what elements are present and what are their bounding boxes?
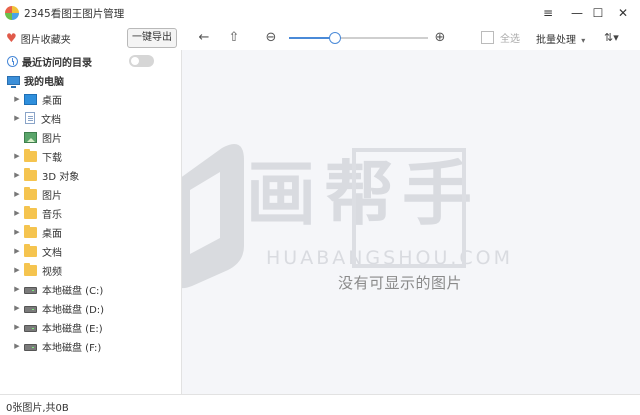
expand-arrow-icon[interactable]: ▶	[12, 95, 22, 103]
title-bar: 2345看图王图片管理 ≡ — ☐ ✕	[0, 0, 640, 26]
sidebar-item[interactable]: ▶ 本地磁盘 (E:)	[0, 318, 180, 336]
chevron-down-icon: ▾	[581, 36, 586, 45]
sidebar-item[interactable]: ▶ 文档	[0, 242, 180, 260]
sidebar-item[interactable]: ▶ 桌面	[0, 223, 180, 241]
sidebar-item-label: 桌面	[42, 95, 62, 107]
toolbar: ♥ 图片收藏夹 一键导出 ← ⇧ ⊖ ⊕ 全选 批量处理 ▾ ⇅▾	[0, 26, 640, 50]
app-logo-icon	[5, 6, 19, 20]
expand-arrow-icon[interactable]: ▶	[12, 304, 22, 312]
drive-icon	[24, 343, 37, 351]
recent-dirs-toggle[interactable]	[129, 55, 154, 67]
folder-icon	[24, 148, 37, 162]
my-computer-node[interactable]: 我的电脑	[7, 73, 64, 88]
sidebar-item-label: 3D 对象	[42, 171, 80, 183]
sidebar-item[interactable]: ▶ 本地磁盘 (C:)	[0, 280, 180, 298]
sidebar-item[interactable]: ▶ 本地磁盘 (D:)	[0, 299, 180, 317]
expand-arrow-icon[interactable]: ▶	[12, 190, 22, 198]
sidebar-item-label: 音乐	[42, 209, 62, 221]
sidebar-item-label: 文档	[41, 114, 61, 126]
sidebar-item[interactable]: ▶ 下载	[0, 147, 180, 165]
expand-arrow-icon[interactable]: ▶	[12, 285, 22, 293]
select-all-label: 全选	[500, 34, 520, 45]
zoom-slider[interactable]	[289, 32, 428, 44]
expand-arrow-icon[interactable]: ▶	[12, 209, 22, 217]
sidebar-item-label: 图片	[42, 190, 62, 202]
sidebar-item-label: 本地磁盘 (C:)	[42, 285, 104, 297]
folder-icon	[24, 243, 37, 257]
sidebar-item[interactable]: ▶ 3D 对象	[0, 166, 180, 184]
sidebar-item[interactable]: ▶ 图片	[0, 185, 180, 203]
drive-icon	[24, 286, 37, 294]
expand-arrow-icon[interactable]: ▶	[12, 152, 22, 160]
watermark-brand-text: 画帮手	[246, 153, 480, 235]
one-click-export-button[interactable]: 一键导出	[127, 28, 177, 48]
sidebar-item-label: 视频	[42, 266, 62, 278]
maximize-button[interactable]: ☐	[585, 2, 611, 24]
menu-button[interactable]: ≡	[535, 2, 561, 24]
drive-icon	[24, 305, 37, 313]
picture-icon	[24, 131, 37, 143]
recent-dirs-label: 最近访问的目录	[22, 58, 92, 69]
folder-icon	[24, 262, 37, 276]
batch-process-dropdown[interactable]: 批量处理 ▾	[536, 31, 585, 46]
batch-process-label: 批量处理	[536, 35, 576, 46]
empty-state-message: 没有可显示的图片	[338, 274, 463, 292]
close-button[interactable]: ✕	[610, 2, 636, 24]
status-text: 0张图片,共0B	[6, 403, 69, 414]
expand-arrow-icon[interactable]: ▶	[12, 342, 22, 350]
sidebar-item[interactable]: ▶ 桌面	[0, 90, 180, 108]
zoom-slider-fill	[289, 37, 335, 39]
computer-icon	[7, 76, 20, 88]
up-folder-icon[interactable]: ⇧	[226, 30, 242, 46]
sidebar-item-label: 桌面	[42, 228, 62, 240]
favorites-button[interactable]: ♥ 图片收藏夹	[6, 30, 71, 46]
folder-icon	[24, 224, 37, 238]
heart-icon: ♥	[6, 31, 17, 45]
sidebar-item[interactable]: ▶ 文档	[0, 109, 180, 127]
folder-sidebar: 最近访问的目录 我的电脑 ▶ 桌面 ▶ 文档 图片 ▶ 下载 ▶ 3D 对象 ▶ 图片 ▶ 音乐 ▶ 桌面 ▶…	[0, 50, 182, 394]
back-arrow-icon[interactable]: ←	[196, 30, 212, 46]
expand-arrow-icon[interactable]: ▶	[12, 171, 22, 179]
status-bar: 0张图片,共0B	[0, 394, 640, 415]
sidebar-item-label: 本地磁盘 (F:)	[42, 342, 102, 354]
zoom-in-icon[interactable]: ⊕	[432, 30, 448, 46]
zoom-out-icon[interactable]: ⊖	[263, 30, 279, 46]
expand-arrow-icon[interactable]: ▶	[12, 228, 22, 236]
expand-arrow-icon[interactable]: ▶	[12, 323, 22, 331]
sidebar-item[interactable]: ▶ 音乐	[0, 204, 180, 222]
select-all-checkbox[interactable]	[481, 31, 494, 44]
sidebar-item[interactable]: 图片	[0, 128, 180, 146]
expand-arrow-icon[interactable]: ▶	[12, 247, 22, 255]
document-icon	[25, 112, 35, 124]
image-grid-area[interactable]: 画帮手 HUABANGSHOU.COM 没有可显示的图片	[182, 50, 640, 394]
watermark-logo: 画帮手 HUABANGSHOU.COM	[182, 144, 510, 289]
folder-icon	[24, 205, 37, 219]
sidebar-item-label: 下载	[42, 152, 62, 164]
expand-arrow-icon[interactable]: ▶	[12, 114, 22, 122]
sidebar-item[interactable]: ▶ 视频	[0, 261, 180, 279]
sidebar-item-label: 文档	[42, 247, 62, 259]
app-title: 2345看图王图片管理	[24, 8, 125, 20]
toggle-knob	[131, 57, 139, 65]
clock-icon	[7, 56, 18, 67]
expand-arrow-icon[interactable]: ▶	[12, 266, 22, 274]
folder-icon	[24, 167, 37, 181]
sidebar-item-label: 图片	[42, 133, 62, 145]
favorites-label: 图片收藏夹	[20, 34, 71, 46]
sidebar-item-label: 本地磁盘 (E:)	[42, 323, 103, 335]
sort-icon[interactable]: ⇅▾	[604, 31, 619, 44]
sidebar-item[interactable]: ▶ 本地磁盘 (F:)	[0, 337, 180, 355]
select-all[interactable]: 全选	[481, 30, 520, 45]
desktop-icon	[24, 93, 37, 105]
my-computer-label: 我的电脑	[24, 77, 64, 88]
recent-dirs-header: 最近访问的目录	[7, 54, 92, 69]
drive-icon	[24, 324, 37, 332]
sidebar-item-label: 本地磁盘 (D:)	[42, 304, 105, 316]
folder-icon	[24, 186, 37, 200]
zoom-slider-thumb[interactable]	[328, 32, 341, 44]
